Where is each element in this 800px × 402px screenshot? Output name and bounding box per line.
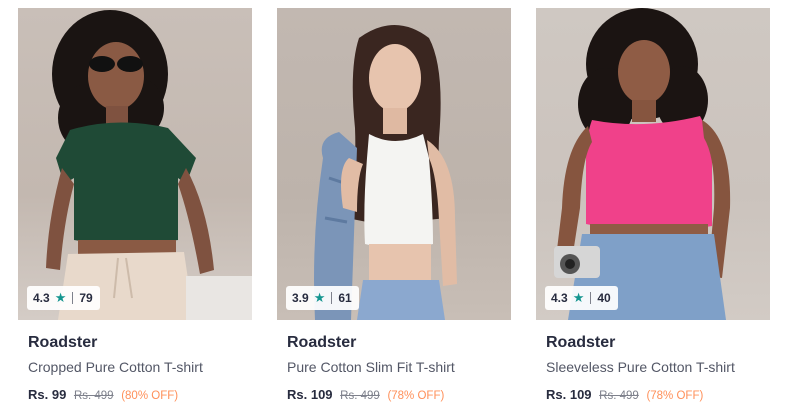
product-price: Rs. 109 (287, 387, 333, 402)
rating-divider (590, 292, 592, 304)
star-icon: ★ (572, 290, 585, 305)
rating-badge: 4.3 ★ 79 (27, 286, 100, 310)
product-title: Cropped Pure Cotton T-shirt (28, 359, 203, 375)
product-info: Roadster Cropped Pure Cotton T-shirt Rs.… (18, 333, 252, 402)
product-mrp: Rs. 499 (73, 390, 114, 402)
star-icon: ★ (313, 290, 326, 305)
rating-count: 61 (338, 291, 352, 305)
rating-divider (72, 292, 74, 304)
product-card[interactable]: 4.3 ★ 79 Roadster Cropped Pure Cotton T-… (18, 8, 252, 402)
rating-badge: 3.9 ★ 61 (286, 286, 359, 310)
rating-count: 40 (597, 291, 611, 305)
price-row: Rs. 99 Rs. 499 (80% OFF) (28, 386, 242, 402)
rating-divider (331, 292, 333, 304)
product-mrp: Rs. 499 (599, 390, 639, 402)
rating-value: 4.3 (33, 291, 50, 305)
rating-value: 4.3 (551, 291, 568, 305)
star-icon: ★ (54, 290, 67, 305)
product-info: Roadster Pure Cotton Slim Fit T-shirt Rs… (277, 333, 511, 402)
product-image[interactable]: 3.9 ★ 61 (277, 8, 511, 320)
product-brand: Roadster (287, 334, 357, 351)
product-mrp: Rs. 499 (340, 390, 380, 402)
model-photo-illustration (554, 8, 731, 320)
product-title: Sleeveless Pure Cotton T-shirt (546, 359, 735, 375)
rating-value: 3.9 (292, 291, 309, 305)
product-image[interactable]: 4.3 ★ 40 (536, 8, 770, 320)
model-photo-illustration (314, 25, 457, 320)
product-image[interactable]: 4.3 ★ 79 (18, 8, 252, 320)
price-row: Rs. 109 Rs. 499 (78% OFF) (546, 386, 760, 402)
product-card[interactable]: 3.9 ★ 61 Roadster Pure Cotton Slim Fit T… (277, 8, 511, 402)
product-price: Rs. 109 (546, 387, 592, 402)
product-discount: (80% OFF) (121, 390, 179, 402)
product-title: Pure Cotton Slim Fit T-shirt (287, 359, 455, 375)
product-card[interactable]: 4.3 ★ 40 Roadster Sleeveless Pure Cotton… (536, 8, 770, 402)
product-grid: 4.3 ★ 79 Roadster Cropped Pure Cotton T-… (0, 0, 800, 402)
product-brand: Roadster (28, 334, 98, 351)
model-photo-illustration (46, 10, 252, 320)
product-discount: (78% OFF) (387, 390, 445, 402)
product-info: Roadster Sleeveless Pure Cotton T-shirt … (536, 333, 770, 402)
product-discount: (78% OFF) (646, 390, 704, 402)
price-row: Rs. 109 Rs. 499 (78% OFF) (287, 386, 501, 402)
rating-count: 79 (79, 291, 93, 305)
product-price: Rs. 99 (28, 387, 67, 402)
rating-badge: 4.3 ★ 40 (545, 286, 618, 310)
product-brand: Roadster (546, 334, 616, 351)
